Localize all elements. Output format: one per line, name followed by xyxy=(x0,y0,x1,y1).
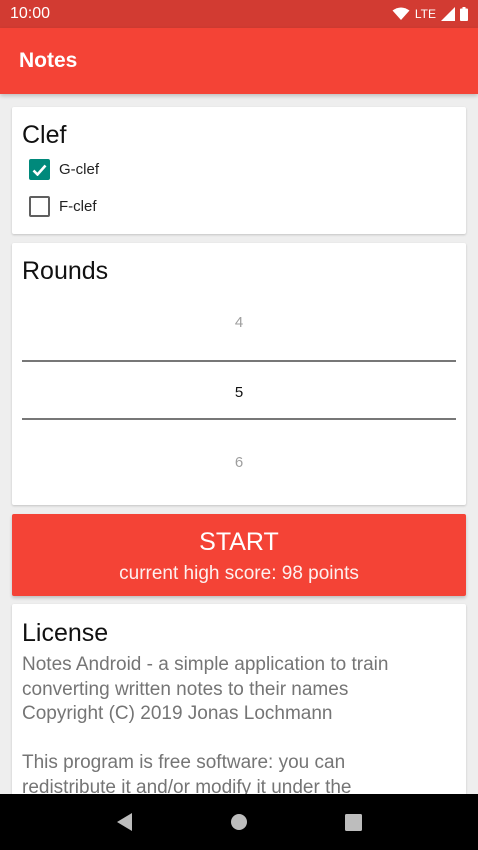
license-text: Notes Android - a simple application to … xyxy=(22,653,462,800)
network-type: LTE xyxy=(414,7,436,21)
license-title: License xyxy=(22,619,109,647)
clef-title: Clef xyxy=(22,121,67,149)
picker-prev-value[interactable]: 4 xyxy=(12,314,466,331)
checkbox-checked-icon xyxy=(29,159,50,180)
picker-current-value[interactable]: 5 xyxy=(12,384,466,401)
g-clef-label: G-clef xyxy=(59,161,100,178)
rounds-title: Rounds xyxy=(22,257,109,285)
battery-icon xyxy=(460,7,468,21)
license-line: This program is free software: you can xyxy=(22,752,346,773)
signal-icon xyxy=(441,7,455,21)
navigation-bar xyxy=(0,794,478,850)
license-line: converting written notes to their names xyxy=(22,678,349,700)
g-clef-checkbox[interactable]: G-clef xyxy=(29,159,99,180)
wifi-icon xyxy=(392,7,410,21)
picker-divider-top xyxy=(22,360,456,362)
picker-divider-bottom xyxy=(22,418,456,420)
rounds-number-picker[interactable]: 4 5 6 xyxy=(12,303,466,503)
screen: 10:00 LTE Notes Clef G-clef F-clef Round… xyxy=(0,0,478,850)
app-title: Notes xyxy=(19,49,78,72)
clef-card: Clef G-clef F-clef xyxy=(12,107,466,234)
license-line: Copyright (C) 2019 Jonas Lochmann xyxy=(22,703,333,724)
rounds-card: Rounds 4 5 6 xyxy=(12,243,466,505)
f-clef-checkbox[interactable]: F-clef xyxy=(29,196,97,217)
back-icon[interactable] xyxy=(105,802,145,842)
f-clef-label: F-clef xyxy=(59,198,97,215)
checkbox-unchecked-icon xyxy=(29,196,50,217)
high-score-label: current high score: 98 points xyxy=(119,563,359,584)
home-icon[interactable] xyxy=(219,802,259,842)
recents-icon[interactable] xyxy=(333,802,373,842)
status-bar: 10:00 LTE xyxy=(0,0,478,28)
start-button[interactable]: START current high score: 98 points xyxy=(12,514,466,596)
picker-next-value[interactable]: 6 xyxy=(12,454,466,471)
status-icons: LTE xyxy=(392,7,468,21)
status-time: 10:00 xyxy=(10,5,51,22)
license-line: Notes Android - a simple application to … xyxy=(22,654,389,675)
start-label: START xyxy=(199,528,279,556)
app-bar: Notes xyxy=(0,28,478,94)
